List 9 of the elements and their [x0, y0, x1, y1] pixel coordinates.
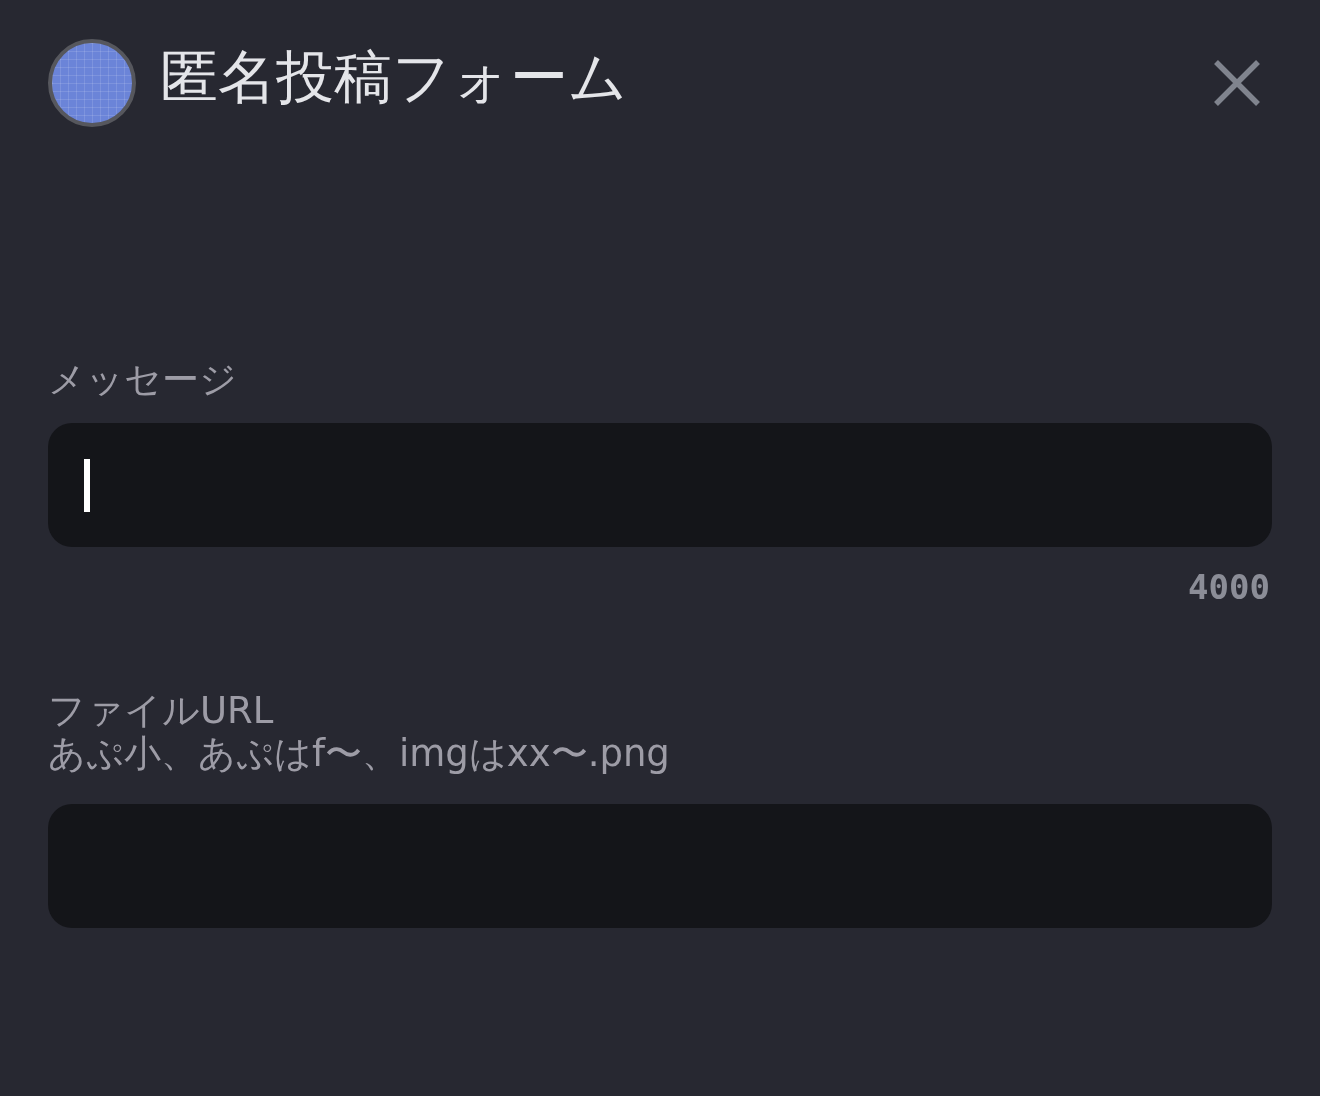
character-counter: 4000	[1188, 567, 1270, 608]
input-field[interactable]	[48, 423, 1272, 547]
close-icon	[1213, 59, 1261, 107]
form-title: 匿名投稿フォーム	[160, 43, 627, 113]
input-field[interactable]	[48, 804, 1272, 928]
close-button[interactable]	[1213, 59, 1261, 107]
field-hint: あぷ小、あぷはf〜、imgはxx〜.png	[48, 732, 670, 775]
field-label: メッセージ	[48, 358, 237, 401]
field-label: ファイルURL	[48, 689, 274, 732]
